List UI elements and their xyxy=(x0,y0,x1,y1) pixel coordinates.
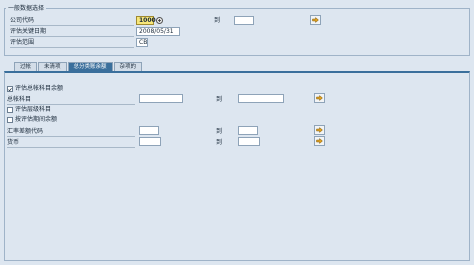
valuation-area-field[interactable]: CB xyxy=(136,38,148,47)
valuate-period-balance-checkbox[interactable] xyxy=(7,117,13,123)
fx-type-multiple-selection-button[interactable] xyxy=(314,125,325,135)
company-code-label: 公司代码 xyxy=(10,17,134,26)
eval-gl-balance-label: 评估总帐科目余额 xyxy=(15,85,64,92)
multiple-selection-button[interactable] xyxy=(310,15,321,25)
general-selection-title: 一般数据选择 xyxy=(6,5,47,13)
valuate-period-balance-label: 按评估期间余额 xyxy=(15,116,58,123)
arrow-right-icon xyxy=(316,127,323,133)
company-code-to-field[interactable] xyxy=(234,16,254,25)
checkmark-icon xyxy=(8,87,12,91)
currency-label: 货币 xyxy=(7,139,135,148)
valuation-date-field[interactable]: 2008/05/31 xyxy=(136,27,180,36)
eval-fx-account-label: 评估层级科目 xyxy=(15,106,52,113)
gl-account-to-label: 到 xyxy=(216,96,223,103)
fx-type-to-label: 到 xyxy=(216,128,223,135)
eval-gl-balance-checkbox[interactable] xyxy=(7,86,13,92)
arrow-right-icon xyxy=(312,17,319,23)
company-code-field[interactable]: 1000 xyxy=(136,16,156,25)
company-code-to-label: 到 xyxy=(214,17,221,24)
fx-type-from-field[interactable] xyxy=(139,126,159,135)
multiple-selection-icon[interactable] xyxy=(156,17,163,24)
valuation-area-label: 评估范围 xyxy=(10,39,134,48)
fx-type-label: 汇率差额代码 xyxy=(7,128,135,137)
arrow-right-icon xyxy=(316,95,323,101)
currency-to-field[interactable] xyxy=(238,137,260,146)
arrow-right-icon xyxy=(316,138,323,144)
fx-type-to-field[interactable] xyxy=(238,126,258,135)
currency-multiple-selection-button[interactable] xyxy=(314,136,325,146)
gl-account-to-field[interactable] xyxy=(238,94,284,103)
currency-to-label: 到 xyxy=(216,139,223,146)
gl-account-label: 总帐科目 xyxy=(7,96,135,105)
valuation-date-label: 评估关键日期 xyxy=(10,28,134,37)
eval-fx-account-checkbox[interactable] xyxy=(7,107,13,113)
currency-from-field[interactable] xyxy=(139,137,161,146)
gl-account-from-field[interactable] xyxy=(139,94,183,103)
gl-account-multiple-selection-button[interactable] xyxy=(314,93,325,103)
